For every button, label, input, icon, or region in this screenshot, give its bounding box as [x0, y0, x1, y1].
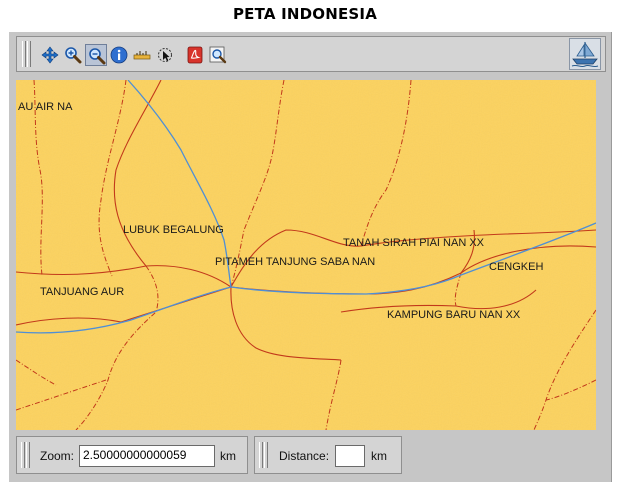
place-label[interactable]: TANAH SIRAH PIAI NAN XX [343, 237, 484, 249]
toolbar-grip[interactable] [27, 41, 31, 67]
place-label[interactable]: CENGKEH [489, 261, 543, 273]
distance-box: Distance: km [254, 436, 402, 474]
place-label[interactable]: LUBUK BEGALUNG [123, 224, 224, 236]
distance-label: Distance: [279, 449, 330, 463]
map-panel: AU AIR NA LUBUK BEGALUNG PITAMEH TANJUNG… [9, 32, 612, 482]
distance-input[interactable] [335, 445, 365, 467]
map-features [16, 80, 596, 430]
place-label[interactable]: PITAMEH TANJUNG SABA NAN [215, 256, 375, 268]
map-canvas[interactable]: AU AIR NA LUBUK BEGALUNG PITAMEH TANJUNG… [16, 80, 596, 430]
measure-icon[interactable] [131, 44, 153, 66]
zoom-label: Zoom: [40, 449, 75, 463]
status-grip[interactable] [259, 442, 263, 468]
status-bar: Zoom: 2.50000000000059 km Distance: km [16, 436, 606, 476]
zoom-unit: km [220, 449, 236, 463]
pan-icon[interactable] [39, 44, 61, 66]
zoom-window-icon[interactable] [207, 44, 229, 66]
info-icon[interactable] [108, 44, 130, 66]
toolbar-grip[interactable] [22, 41, 26, 67]
map-toolbar [16, 36, 606, 72]
zoom-input[interactable]: 2.50000000000059 [79, 445, 215, 467]
zoom-out-icon[interactable] [85, 44, 107, 66]
status-grip[interactable] [264, 442, 268, 468]
page-title: PETA INDONESIA [232, 5, 378, 23]
land-texture [16, 80, 596, 430]
ship-logo-icon [569, 38, 601, 70]
zoom-box: Zoom: 2.50000000000059 km [16, 436, 248, 474]
place-label[interactable]: KAMPUNG BARU NAN XX [387, 309, 520, 321]
select-icon[interactable] [154, 44, 176, 66]
place-label[interactable]: AU AIR NA [18, 101, 72, 113]
status-grip[interactable] [26, 442, 30, 468]
place-label[interactable]: TANJUANG AUR [40, 286, 124, 298]
pdf-export-icon[interactable] [184, 44, 206, 66]
zoom-in-icon[interactable] [62, 44, 84, 66]
status-grip[interactable] [21, 442, 25, 468]
distance-unit: km [371, 449, 387, 463]
